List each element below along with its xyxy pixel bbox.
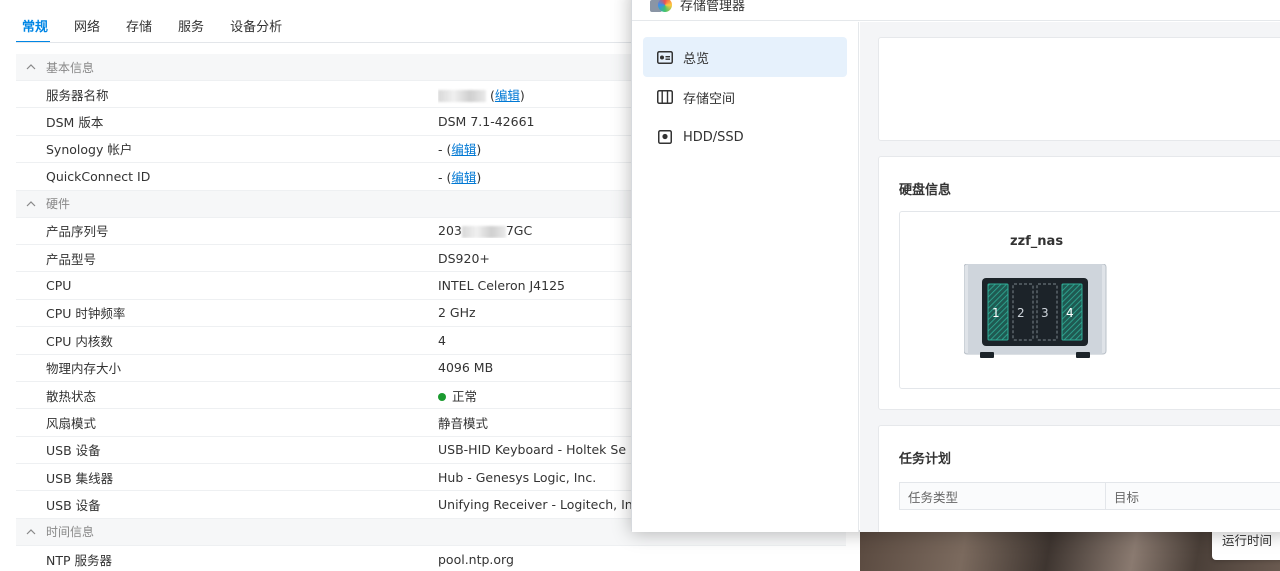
bay-label: 1 [992, 306, 1000, 320]
edit-quickconnect-link[interactable]: 编辑 [451, 170, 476, 185]
nas-chassis-icon [964, 264, 1107, 358]
chevron-up-icon [16, 529, 46, 535]
chevron-up-icon [16, 64, 46, 70]
sidebar-item-storage-pool[interactable]: 存储空间 [643, 77, 847, 117]
bay-label: 3 [1041, 306, 1049, 320]
bay-label: 2 [1017, 306, 1025, 320]
section-title: 硬件 [46, 197, 71, 212]
task-table-header: 任务类型 目标 [899, 482, 1280, 510]
sidebar-item-overview[interactable]: 总览 [643, 37, 847, 77]
chevron-up-icon [16, 200, 46, 207]
sidebar-item-hdd-ssd[interactable]: HDD/SSD [643, 117, 847, 157]
column-target[interactable]: 目标 [1106, 483, 1139, 509]
window-titlebar[interactable]: 存储管理器 [632, 0, 1280, 21]
task-schedule-title: 任务计划 [899, 452, 952, 467]
redacted-server-name [438, 90, 486, 103]
tab-network[interactable]: 网络 [68, 10, 102, 43]
section-title: 时间信息 [46, 525, 95, 540]
tab-general[interactable]: 常规 [16, 10, 51, 43]
storage-pool-icon [657, 90, 673, 104]
column-task-type[interactable]: 任务类型 [900, 483, 1106, 509]
tab-storage[interactable]: 存储 [120, 10, 154, 43]
tab-device-analytics[interactable]: 设备分析 [224, 10, 284, 43]
info-row: NTP 服务器 pool.ntp.org [16, 546, 846, 571]
tab-services[interactable]: 服务 [172, 10, 206, 43]
nas-device-box[interactable]: zzf_nas 1 2 3 4 [899, 211, 1280, 389]
status-ok-dot-icon [438, 393, 446, 402]
task-schedule-card: 任务计划 任务类型 目标 [878, 425, 1280, 532]
window-title: 存储管理器 [680, 0, 746, 14]
storage-manager-window[interactable]: 存储管理器 总览 存储空间 HDD/SSD 硬盘信息 zzf_nas 1 2 3… [631, 0, 1280, 532]
overview-status-card [878, 37, 1280, 141]
overview-icon [657, 50, 673, 64]
storage-sidebar: 总览 存储空间 HDD/SSD [632, 22, 859, 532]
bay-label: 4 [1066, 306, 1074, 320]
nas-name: zzf_nas [1010, 234, 1064, 249]
disk-info-card: 硬盘信息 zzf_nas 1 2 3 4 [878, 156, 1280, 410]
section-title: 基本信息 [46, 60, 95, 75]
hdd-icon [657, 130, 673, 144]
info-tabs: 常规 网络 存储 服务 设备分析 [16, 10, 284, 43]
edit-server-name-link[interactable]: 编辑 [495, 88, 520, 103]
storage-content: 硬盘信息 zzf_nas 1 2 3 4 任务计划 任务类型 目标 [860, 22, 1280, 532]
edit-synology-account-link[interactable]: 编辑 [451, 142, 476, 157]
redacted-serial [461, 225, 506, 238]
disk-info-title: 硬盘信息 [899, 183, 952, 198]
storage-manager-logo-icon [650, 0, 672, 14]
